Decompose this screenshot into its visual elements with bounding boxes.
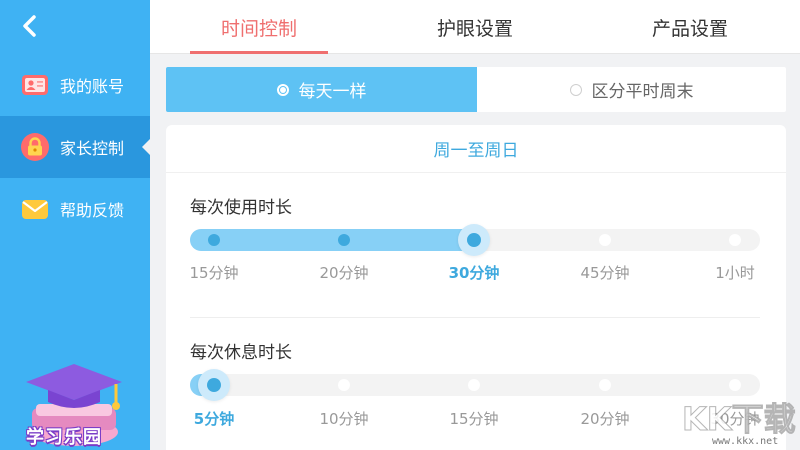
sidebar-item-account[interactable]: 我的账号	[0, 54, 150, 116]
mascot-label: 学习乐园	[26, 427, 102, 448]
mode-option-label: 每天一样	[298, 82, 367, 102]
rest-slider-stop[interactable]	[599, 379, 611, 391]
radio-selected-icon	[276, 83, 289, 96]
rest-tick-label[interactable]: 15分钟	[449, 408, 498, 429]
usage-slider-stop[interactable]	[338, 234, 350, 246]
sidebar-item-label: 家长控制	[60, 139, 125, 158]
mode-selector: 每天一样 区分平时周末	[166, 67, 786, 112]
rest-slider-stop[interactable]	[729, 379, 741, 391]
envelope-icon	[22, 200, 48, 219]
rest-tick-label[interactable]: 10分钟	[319, 408, 368, 429]
sidebar-item-help[interactable]: 帮助反馈	[0, 178, 150, 240]
usage-tick-label[interactable]: 45分钟	[580, 262, 629, 283]
usage-tick-label[interactable]: 20分钟	[319, 262, 368, 283]
sidebar-item-parental-control[interactable]: 家长控制	[0, 116, 150, 178]
tab-time-control[interactable]: 时间控制	[190, 0, 328, 54]
usage-slider-stop[interactable]	[208, 234, 220, 246]
id-card-icon	[22, 75, 48, 95]
usage-slider-stop[interactable]	[729, 234, 741, 246]
mode-option-label: 区分平时周末	[591, 82, 694, 102]
usage-tick-label[interactable]: 1小时	[715, 262, 755, 283]
rest-duration-label: 每次休息时长	[190, 343, 292, 363]
rest-tick-label[interactable]: 20分钟	[580, 408, 629, 429]
usage-tick-label-selected[interactable]: 30分钟	[449, 262, 500, 283]
mode-option-weekday-weekend[interactable]: 区分平时周末	[477, 67, 786, 112]
sidebar-item-label: 我的账号	[60, 77, 125, 96]
card-title: 周一至周日	[166, 125, 786, 173]
rest-duration-slider[interactable]	[190, 369, 760, 401]
usage-duration-label: 每次使用时长	[190, 198, 292, 218]
rest-slider-stop[interactable]	[468, 379, 480, 391]
radio-unselected-icon	[569, 83, 582, 96]
mode-option-same-every-day[interactable]: 每天一样	[166, 67, 477, 112]
watermark-logo-text: KK下载	[682, 400, 796, 438]
back-arrow-icon[interactable]	[14, 10, 46, 42]
rest-slider-stop[interactable]	[338, 379, 350, 391]
active-tab-underline	[190, 51, 328, 54]
watermark-url: www.kkx.net	[712, 436, 779, 447]
usage-duration-slider[interactable]	[190, 224, 760, 256]
sidebar: 我的账号 家长控制 帮助反馈 学习乐园	[0, 0, 150, 450]
lock-icon	[21, 133, 49, 161]
usage-tick-label[interactable]: 15分钟	[189, 262, 238, 283]
tab-eye-care[interactable]: 护眼设置	[405, 0, 545, 54]
rest-slider-knob[interactable]	[198, 369, 230, 401]
rest-tick-label-selected[interactable]: 5分钟	[194, 408, 234, 429]
usage-slider-stop[interactable]	[599, 234, 611, 246]
usage-slider-knob[interactable]	[458, 224, 490, 256]
active-indicator	[142, 139, 150, 155]
section-divider	[190, 317, 760, 318]
tab-product-settings[interactable]: 产品设置	[620, 0, 760, 54]
sidebar-item-label: 帮助反馈	[60, 201, 125, 220]
